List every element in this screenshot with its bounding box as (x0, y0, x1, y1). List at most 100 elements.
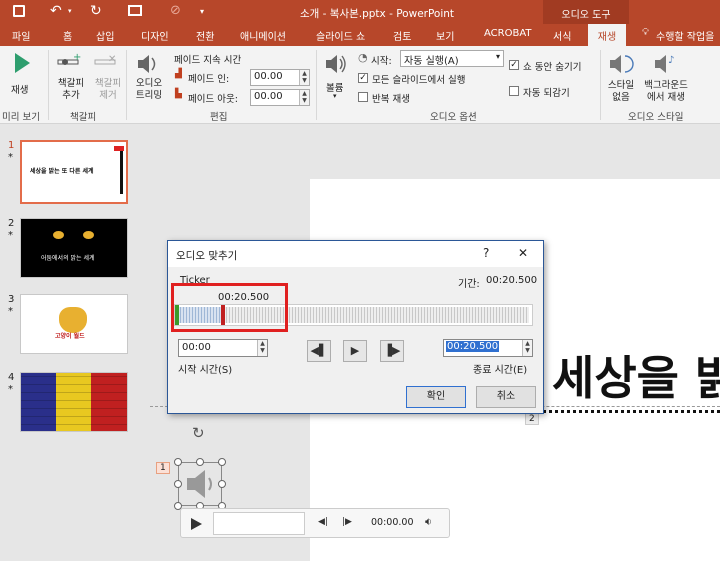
tab-slideshow[interactable]: 슬라이드 쇼 (316, 28, 365, 43)
add-bookmark-icon: + (57, 52, 81, 65)
slide-thumbnail-2[interactable]: 어둠에서의 밝는 세계 (20, 218, 128, 278)
separator (600, 50, 601, 120)
slide-main-text: 세상을 밝 (552, 351, 720, 405)
fade-in-spinner[interactable]: ▲ ▼ (299, 70, 309, 85)
tab-animations[interactable]: 애니메이션 (240, 28, 286, 43)
end-time-label: 종료 시간(E) (473, 365, 528, 376)
tab-design[interactable]: 디자인 (141, 28, 169, 43)
add-bookmark-button[interactable]: + 책갈피 추가 (52, 50, 88, 106)
play-label: 재생 (11, 85, 29, 96)
customize-toolbar-icon[interactable]: ▾ (200, 7, 204, 16)
slide-number: 2 (8, 218, 15, 229)
separator (48, 50, 49, 120)
audio-object[interactable] (174, 458, 226, 510)
undo-icon[interactable]: ↶ (50, 3, 62, 19)
tab-format[interactable]: 서식 (553, 28, 571, 43)
fade-out-input[interactable]: 00.00 ▲ ▼ (250, 89, 310, 106)
save-icon[interactable] (13, 5, 25, 17)
hide-during-show-label: 쇼 동안 숨기기 (523, 62, 582, 73)
player-time: 00:00.00 (371, 517, 414, 528)
remove-bookmark-label: 책갈피 제거 (94, 78, 122, 101)
play-in-background-label: 백그라운드에서 재생 (644, 80, 688, 103)
contextual-tab-header: 오디오 도구 (543, 0, 629, 24)
no-style-button[interactable]: 스타일 없음 (604, 50, 638, 106)
slide-thumbnail-3[interactable]: 고양이 월드 (20, 294, 128, 354)
fade-in-input[interactable]: 00.00 ▲ ▼ (250, 69, 310, 86)
slide-thumbnail-text: 고양이 월드 (55, 333, 85, 340)
play-in-background-icon: ♪ (655, 55, 674, 73)
ok-button[interactable]: 확인 (406, 386, 466, 408)
tab-home[interactable]: 홈 (63, 28, 72, 43)
tab-playback-active[interactable]: 재생 (588, 24, 626, 46)
player-play-icon[interactable] (189, 517, 203, 531)
volume-dropdown-icon: ▾ (333, 92, 337, 100)
eye-icon (53, 231, 64, 239)
redo-icon[interactable]: ↻ (90, 3, 102, 19)
help-button[interactable]: ? (483, 246, 489, 260)
slideshow-start-icon[interactable] (128, 5, 142, 16)
brick-texture (21, 373, 127, 431)
tab-acrobat[interactable]: ACROBAT (484, 28, 532, 39)
tab-insert[interactable]: 삽입 (96, 28, 114, 43)
resize-handle[interactable] (218, 480, 226, 488)
end-time-input[interactable]: 00:20.500 ▲ ▼ (443, 339, 533, 357)
play-icon (15, 53, 30, 73)
next-frame-button[interactable]: ▐▶ (380, 340, 404, 362)
close-button[interactable]: ✕ (518, 246, 528, 260)
previous-frame-button[interactable]: ◀▌ (307, 340, 331, 362)
svg-text:✕: ✕ (108, 54, 116, 65)
disabled-icon[interactable]: ⊘ (170, 3, 181, 18)
player-volume-icon[interactable]: 🔉︎ (425, 515, 432, 529)
chevron-down-icon: ▾ (495, 52, 500, 61)
fade-out-label: 페이드 아웃: (188, 94, 238, 105)
play-in-background-button[interactable]: ♪ 백그라운드에서 재생 (640, 50, 692, 106)
slide-thumbnail-1[interactable]: 세상을 밝는 또 다른 세계 (20, 140, 128, 204)
rewind-checkbox[interactable] (509, 86, 519, 96)
eye-icon (83, 231, 94, 239)
start-time-input[interactable]: 00:00 ▲ ▼ (178, 339, 268, 357)
trim-audio-button[interactable]: 오디오 트리밍 (130, 50, 166, 106)
animation-number-badge: 1 (156, 462, 170, 474)
tell-me-box[interactable]: 수행할 작업을 (656, 28, 714, 43)
slide-star: * (8, 306, 13, 317)
duration-label: 기간: (458, 279, 480, 290)
tab-transitions[interactable]: 전환 (196, 28, 214, 43)
dialog-title: 오디오 맞추기 (176, 250, 238, 262)
start-icon: ◔ (358, 51, 368, 64)
group-editing: 편집 (210, 112, 228, 123)
slide-star: * (8, 384, 13, 395)
play-across-slides-checkbox[interactable]: ✓ (358, 73, 368, 83)
player-progress-track[interactable] (213, 512, 305, 535)
fade-out-spinner[interactable]: ▲ ▼ (299, 90, 309, 105)
resize-handle[interactable] (218, 458, 226, 466)
hide-during-show-checkbox[interactable]: ✓ (509, 60, 519, 70)
resize-handle[interactable] (196, 458, 204, 466)
player-rewind-icon[interactable]: ◀| (318, 517, 328, 527)
undo-dropdown-icon[interactable]: ▾ (68, 7, 72, 15)
ribbon-playback: 재생 미리 보기 + 책갈피 추가 ✕ 책갈피 제거 책갈피 오디오 트리밍 페… (0, 46, 720, 124)
cancel-button[interactable]: 취소 (476, 386, 536, 408)
slide-thumbnail-pane: 1 * 세상을 밝는 또 다른 세계 2 * 어둠에서의 밝는 세계 3 * 고… (0, 124, 148, 561)
start-time-spinner[interactable]: ▲ ▼ (257, 340, 267, 356)
slide-star: * (8, 152, 13, 163)
play-button-dialog[interactable]: ▶ (343, 340, 367, 362)
tab-file[interactable]: 파일 (12, 28, 30, 43)
tab-review[interactable]: 검토 (393, 28, 411, 43)
end-time-spinner[interactable]: ▲ ▼ (522, 340, 532, 356)
resize-handle[interactable] (174, 458, 182, 466)
lightbulb-icon: 💡︎ (642, 27, 649, 38)
slide-thumbnail-4[interactable] (20, 372, 128, 432)
tab-view[interactable]: 보기 (436, 28, 454, 43)
start-time-value: 00:00 (182, 342, 211, 353)
remove-bookmark-button[interactable]: ✕ 책갈피 제거 (90, 50, 124, 106)
start-time-label: 시작 시간(S) (178, 365, 233, 376)
rotate-handle-icon[interactable]: ↻ (192, 424, 205, 442)
volume-button[interactable]: 볼륨 ▾ (320, 50, 354, 106)
start-select[interactable]: 자동 실행(A) ▾ (400, 50, 504, 67)
loop-checkbox[interactable] (358, 92, 368, 102)
slide-thumbnail-text: 세상을 밝는 또 다른 세계 (30, 168, 94, 175)
player-forward-icon[interactable]: |▶ (342, 517, 352, 527)
dotted-placeholder-border (530, 410, 720, 413)
play-button[interactable]: 재생 (6, 50, 38, 100)
resize-handle[interactable] (174, 480, 182, 488)
